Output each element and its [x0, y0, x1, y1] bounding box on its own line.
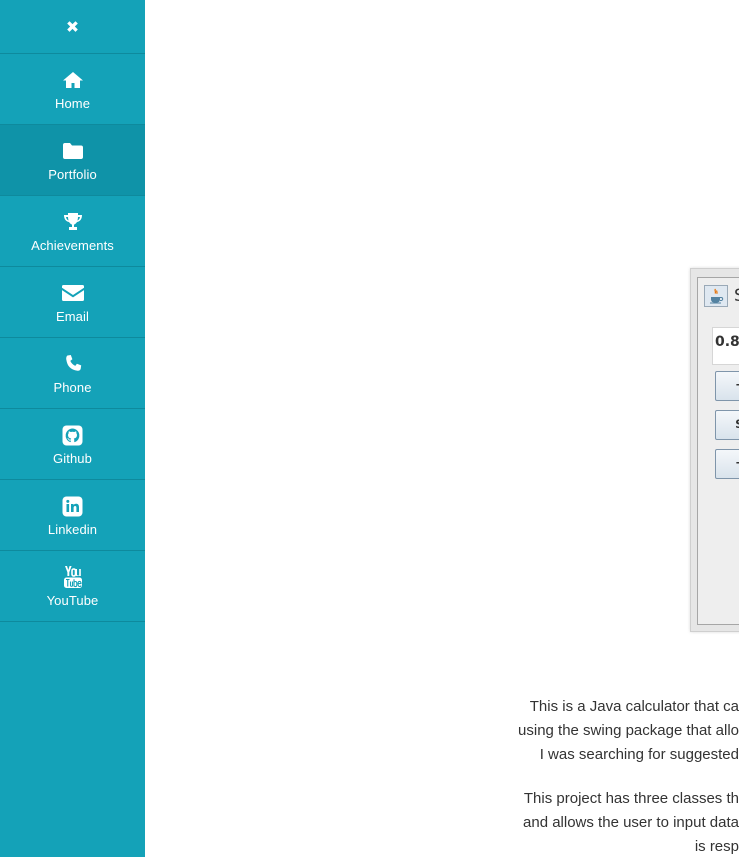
sidebar-item-label: Achievements — [31, 238, 114, 253]
home-icon — [62, 69, 84, 91]
java-window-titlebar: S — [704, 285, 739, 307]
java-coffee-icon — [704, 285, 728, 307]
description-line: This project has three classes th — [523, 790, 739, 807]
java-window-title: S — [734, 286, 739, 306]
description-line: I was searching for suggested — [539, 746, 739, 763]
sidebar-item-email[interactable]: Email — [0, 267, 145, 338]
calculator-button: + — [715, 449, 739, 479]
sidebar-item-label: YouTube — [46, 593, 99, 608]
sidebar-item-linkedin[interactable]: Linkedin — [0, 480, 145, 551]
folder-icon — [62, 140, 84, 162]
sidebar-item-achievements[interactable]: Achievements — [0, 196, 145, 267]
sidebar-item-label: Email — [55, 309, 89, 324]
youtube-icon — [63, 566, 83, 588]
github-icon — [62, 424, 83, 446]
sidebar-item-github[interactable]: Github — [0, 409, 145, 480]
sidebar-item-label: Phone — [53, 380, 92, 395]
sidebar-item-youtube[interactable]: YouTube — [0, 551, 145, 622]
sidebar-item-phone[interactable]: Phone — [0, 338, 145, 409]
java-window: S 0.87 + $ + — [697, 277, 739, 625]
phone-icon — [63, 353, 83, 375]
linkedin-icon — [62, 495, 83, 517]
close-sidebar-button[interactable] — [0, 0, 145, 54]
calculator-display: 0.87 — [712, 327, 739, 365]
sidebar-item-label: Linkedin — [47, 522, 98, 537]
project-screenshot: S 0.87 + $ + — [690, 268, 739, 632]
project-description-paragraph-1: This is a Java calculator that ca using … — [179, 695, 739, 767]
sidebar-item-label: Home — [54, 96, 91, 111]
sidebar: Home Portfolio Achievements Email Phone … — [0, 0, 145, 857]
main-content: S 0.87 + $ + This is a Java calculator t… — [145, 0, 739, 857]
description-line: using the swing package that allo — [518, 722, 739, 739]
sidebar-item-home[interactable]: Home — [0, 54, 145, 125]
close-icon[interactable] — [64, 18, 81, 35]
calculator-button: + — [715, 371, 739, 401]
project-description-paragraph-2: This project has three classes th and al… — [179, 787, 739, 857]
description-line: and allows the user to input data — [523, 814, 739, 831]
sidebar-item-label: Github — [53, 451, 92, 466]
sidebar-item-label: Portfolio — [48, 167, 97, 182]
envelope-icon — [61, 282, 85, 304]
trophy-icon — [62, 211, 84, 233]
sidebar-item-portfolio[interactable]: Portfolio — [0, 125, 145, 196]
description-line: is resp — [694, 838, 739, 855]
description-line: This is a Java calculator that ca — [529, 698, 739, 715]
calculator-button: $ — [715, 410, 739, 440]
